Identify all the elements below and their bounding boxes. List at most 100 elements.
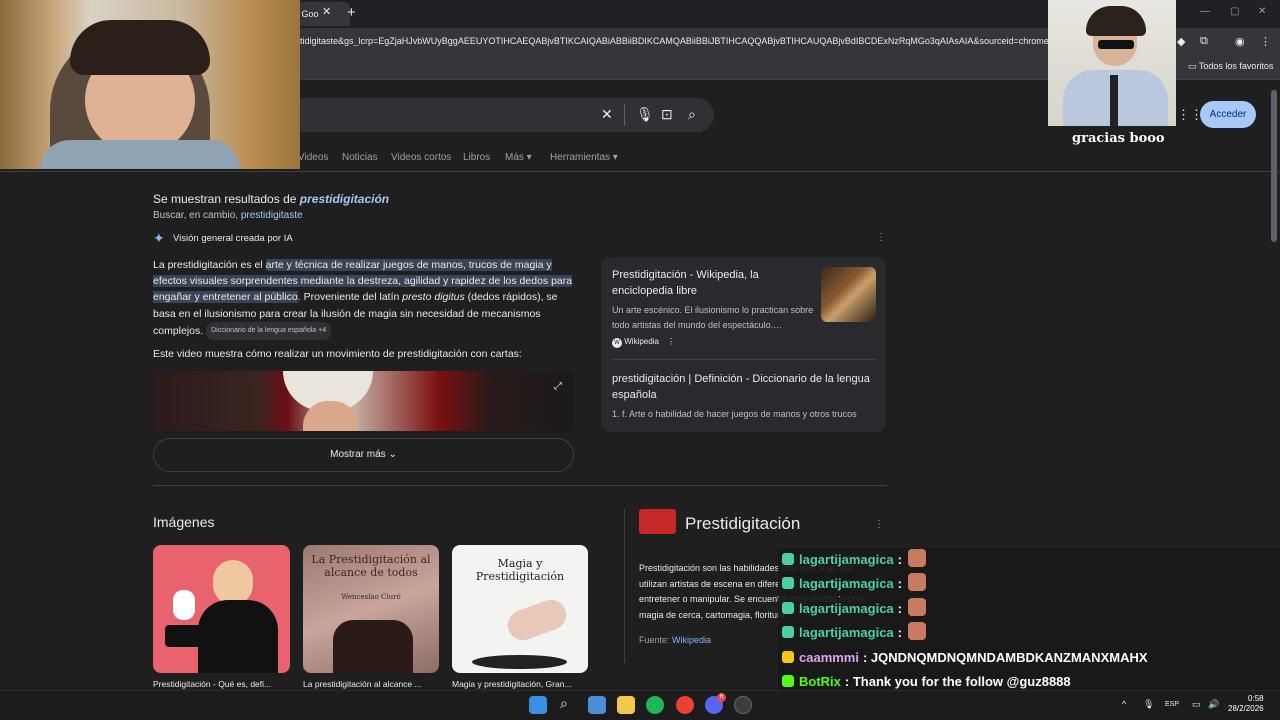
image-result-book[interactable]: La Prestidigitación al alcance de todos … <box>303 545 439 673</box>
chat-text: : Thank you for the follow @guz8888 <box>844 674 1071 689</box>
network-icon[interactable]: ▭ <box>1192 699 1201 710</box>
thumbs-up-emote-icon <box>908 549 926 567</box>
chat-text: : <box>897 576 902 591</box>
chat-username[interactable]: lagartijamagica <box>799 601 894 616</box>
streamer-webcam <box>0 0 300 169</box>
expand-video-icon[interactable]: ⤢ <box>554 381 562 392</box>
chat-username[interactable]: lagartijamagica <box>799 625 894 640</box>
windows-taskbar <box>0 690 1280 720</box>
image-caption[interactable]: Magia y prestidigitación, Gran... <box>452 679 588 689</box>
search-icon[interactable]: ⌕ <box>688 106 696 123</box>
extension-icon[interactable]: ◆ <box>1177 35 1185 48</box>
column-divider <box>624 509 625 663</box>
source-options-icon[interactable]: ⋮ <box>667 337 675 346</box>
chat-text: : <box>897 601 902 616</box>
ai-options-icon[interactable]: ⋮ <box>876 232 886 243</box>
microphone-icon[interactable]: 🎙 <box>636 106 654 123</box>
profile-icon[interactable]: ◉ <box>1235 35 1245 48</box>
image-result-magician[interactable] <box>153 545 290 673</box>
wikipedia-link[interactable]: Wikipedia <box>672 635 711 645</box>
tie-shape <box>1110 75 1118 126</box>
knowledge-panel-title: Prestidigitación <box>685 514 801 533</box>
chat-message: caammmi: JQNDNQMDNQMNDAMBDKANZMANXMAHX <box>782 646 1148 670</box>
video-preview[interactable] <box>153 371 573 431</box>
search-divider <box>624 104 625 126</box>
hair-shape <box>70 20 210 75</box>
image-result-magia[interactable]: Magia y Prestidigitación <box>452 545 588 673</box>
tab-tools[interactable]: Herramientas ▾ <box>550 152 618 163</box>
search-taskbar-icon[interactable]: ⌕ <box>560 695 568 712</box>
tab-news[interactable]: Noticias <box>342 152 378 163</box>
shirt-shape <box>40 140 240 169</box>
chat-username[interactable]: caammmi <box>799 650 859 665</box>
chat-message: lagartijamagica: <box>782 548 926 572</box>
language-indicator[interactable]: ESP <box>1165 701 1179 708</box>
chat-text: : <box>897 625 902 640</box>
stream-caption: gracias booo <box>1072 131 1165 146</box>
chat-badge-icon <box>782 626 794 638</box>
menu-kebab-icon[interactable]: ⋮ <box>1260 35 1271 48</box>
tab-books[interactable]: Libros <box>463 152 490 163</box>
url-text[interactable]: tidigitaste&gs_lcrp=EgZjaHJvbWUyBggAEEUY… <box>300 36 1050 46</box>
maximize-icon[interactable]: ▢ <box>1230 6 1239 17</box>
images-heading[interactable]: Imágenes <box>153 514 214 530</box>
system-clock[interactable]: 0:58 28/2/2026 <box>1228 694 1264 714</box>
volume-icon[interactable]: 🔊 <box>1208 699 1219 710</box>
close-window-icon[interactable]: ✕ <box>1258 6 1266 17</box>
corrected-term-link[interactable]: prestidigitación <box>300 192 389 206</box>
chat-username[interactable]: lagartijamagica <box>799 552 894 567</box>
knowledge-panel-source: Fuente: Wikipedia <box>639 635 712 645</box>
close-tab-icon[interactable]: ✕ <box>322 5 331 18</box>
ai-sparkle-icon: ✦ <box>153 230 165 246</box>
chrome-icon[interactable] <box>676 696 694 714</box>
source-title-rae[interactable]: prestidigitación | Definición - Dicciona… <box>612 371 872 403</box>
spelling-correction: Se muestran resultados de prestidigitaci… <box>153 192 390 206</box>
sunglasses-shape <box>1098 40 1134 49</box>
source-site[interactable]: W Wikipedia ⋮ <box>612 337 675 348</box>
knowledge-panel-options-icon[interactable]: ⋮ <box>874 519 884 530</box>
ai-overview-text: La prestidigitación es el arte y técnica… <box>153 257 573 341</box>
source-desc-wikipedia: Un arte escénico. El ilusionismo lo prac… <box>612 305 814 330</box>
tab-short-videos[interactable]: Videos cortos <box>391 152 451 163</box>
image-caption[interactable]: Prestidigitación - Qué es, defi... <box>153 679 293 689</box>
original-term-link[interactable]: prestidigitaste <box>241 210 303 221</box>
file-explorer-icon[interactable] <box>617 696 635 714</box>
clear-search-icon[interactable]: ✕ <box>601 106 613 123</box>
obs-icon[interactable] <box>734 696 752 714</box>
spotify-icon[interactable] <box>646 696 664 714</box>
video-intro: Este video muestra cómo realizar un movi… <box>153 348 522 360</box>
new-tab-icon[interactable]: + <box>347 4 356 21</box>
source-chip[interactable]: Diccionario de la lengua española +4 <box>206 321 332 341</box>
search-instead: Buscar, en cambio, prestidigitaste <box>153 210 303 221</box>
knowledge-panel-image[interactable] <box>639 509 676 534</box>
lens-icon[interactable]: ⊡ <box>661 106 673 123</box>
top-hat-shape <box>165 625 205 647</box>
chat-username[interactable]: lagartijamagica <box>799 576 894 591</box>
nav-divider <box>0 171 1280 172</box>
magician-body-shape <box>198 600 278 673</box>
mic-tray-icon[interactable]: 🎙 <box>1143 699 1154 710</box>
image-caption[interactable]: La prestidigitación al alcance ... <box>303 679 443 689</box>
minimize-icon[interactable]: — <box>1200 6 1210 17</box>
scrollbar-thumb[interactable] <box>1271 90 1277 242</box>
show-more-button[interactable]: Mostrar más ⌄ <box>153 438 574 472</box>
windows-start-icon[interactable] <box>529 696 547 714</box>
extensions-puzzle-icon[interactable]: ⧉ <box>1200 35 1208 48</box>
painting-thumbnail[interactable] <box>821 267 876 322</box>
all-bookmarks[interactable]: ▭ Todos los favoritos <box>1188 61 1273 72</box>
chat-badge-icon <box>782 577 794 589</box>
ai-overview-label: Visión general creada por IA <box>173 233 293 244</box>
chat-badge-icon <box>782 602 794 614</box>
chat-badge-icon <box>782 675 794 687</box>
chat-message: lagartijamagica: <box>782 621 926 645</box>
source-title-wikipedia[interactable]: Prestidigitación - Wikipedia, la enciclo… <box>612 267 812 299</box>
chevron-down-icon: ⌄ <box>388 449 397 460</box>
store-icon[interactable] <box>588 696 606 714</box>
tray-chevron-icon[interactable]: ^ <box>1122 699 1126 709</box>
tab-more[interactable]: Más ▾ <box>505 152 532 163</box>
notification-badge: 6 <box>717 693 726 702</box>
sign-in-button[interactable]: Acceder <box>1200 101 1256 128</box>
chat-username[interactable]: BotRix <box>799 674 841 689</box>
tab-videos[interactable]: Videos <box>298 152 328 163</box>
hair-shape <box>1086 6 1146 36</box>
